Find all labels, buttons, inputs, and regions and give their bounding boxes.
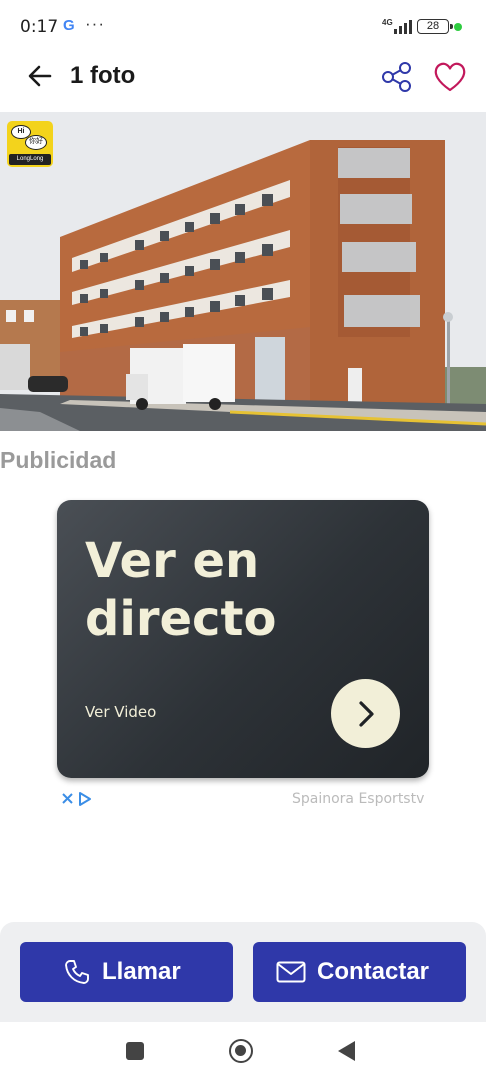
page-title: 1 foto (70, 62, 136, 89)
screen: 0:17 G ··· 4G 28 1 foto Hi 你好 LongLong P… (0, 0, 486, 1080)
arrow-left-icon[interactable] (24, 60, 56, 92)
contact-button-label: Contactar (317, 958, 430, 985)
header: 1 foto (0, 54, 486, 104)
mail-icon (276, 961, 306, 983)
app-watermark-logo: Hi 你好 LongLong (7, 121, 53, 167)
signal-icon (394, 20, 412, 34)
ad-arrow-button[interactable] (331, 679, 400, 748)
battery-icon: 28 (417, 19, 453, 34)
call-button-label: Llamar (102, 958, 181, 985)
more-notifications-icon: ··· (85, 14, 105, 33)
home-icon[interactable] (229, 1039, 253, 1063)
heart-icon[interactable] (432, 60, 468, 94)
recent-apps-icon[interactable] (126, 1042, 144, 1060)
adchoices-icon[interactable] (61, 790, 97, 808)
advertising-label: Publicidad (0, 447, 117, 473)
system-nav-bar (0, 1022, 486, 1080)
watermark-nihao-bubble: 你好 (25, 135, 47, 150)
google-icon: G (63, 17, 75, 34)
back-triangle-icon[interactable] (338, 1041, 355, 1061)
chevron-right-icon (359, 701, 374, 727)
status-time: 0:17 (20, 17, 59, 37)
contact-button[interactable]: Contactar (253, 942, 466, 1002)
building-image (0, 112, 486, 431)
phone-icon (65, 960, 89, 984)
ad-banner[interactable]: Ver en directo Ver Video (57, 500, 429, 778)
ad-headline: Ver en directo (85, 533, 277, 647)
call-button[interactable]: Llamar (20, 942, 233, 1002)
status-bar: 0:17 G ··· 4G 28 (0, 0, 486, 54)
privacy-indicator-dot (454, 23, 462, 31)
share-icon[interactable] (380, 60, 414, 94)
ad-advertiser-name: Spainora Esportstv (292, 791, 425, 807)
action-bar: Llamar Contactar (0, 922, 486, 1022)
ad-cta-text[interactable]: Ver Video (85, 703, 156, 721)
property-photo[interactable]: Hi 你好 LongLong (0, 112, 486, 431)
watermark-label: LongLong (9, 154, 51, 165)
